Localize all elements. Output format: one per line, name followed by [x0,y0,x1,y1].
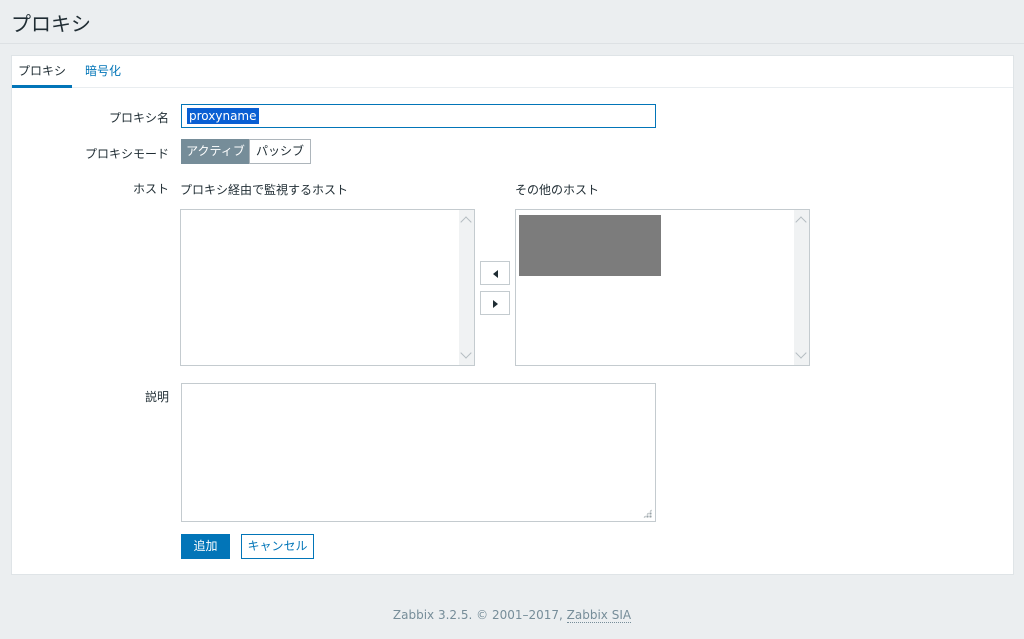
monitored-hosts-listbox[interactable] [180,209,475,366]
tab-encryption[interactable]: 暗号化 [78,56,128,88]
chevron-down-icon[interactable] [795,347,807,359]
chevron-down-icon[interactable] [460,347,472,359]
move-right-button[interactable] [480,291,510,315]
chevron-up-icon[interactable] [795,216,807,228]
monitored-hosts-scrollbar[interactable] [459,210,474,365]
resize-grip-icon[interactable] [643,509,652,518]
mode-active-button[interactable]: アクティブ [181,139,250,164]
description-textarea[interactable] [181,383,656,522]
footer-text: Zabbix 3.2.5. © 2001–2017, [392,608,567,622]
move-left-button[interactable] [480,261,510,285]
mode-passive-button[interactable]: パッシブ [249,139,311,164]
page-title: プロキシ [11,12,91,36]
proxy-name-selected-text: proxyname [187,108,259,124]
redacted-host-list [519,215,661,276]
proxy-mode-label: プロキシモード [84,147,169,161]
proxy-form-card: プロキシ 暗号化 プロキシ名 proxyname プロキシモード アクティブ パ… [11,55,1014,575]
arrow-right-icon [493,300,498,308]
arrow-left-icon [493,270,498,278]
add-button[interactable]: 追加 [181,534,230,559]
other-hosts-scrollbar[interactable] [794,210,809,365]
proxy-name-label: プロキシ名 [108,111,169,125]
monitored-hosts-label: プロキシ経由で監視するホスト [180,183,349,197]
page-header: プロキシ [0,0,1024,44]
footer-link[interactable]: Zabbix SIA [566,608,632,623]
other-hosts-label: その他のホスト [515,183,600,197]
other-hosts-listbox[interactable] [515,209,810,366]
tab-proxy[interactable]: プロキシ [12,56,72,88]
tab-bar: プロキシ 暗号化 [12,56,1013,88]
hosts-label: ホスト [132,182,169,196]
chevron-up-icon[interactable] [460,216,472,228]
cancel-button[interactable]: キャンセル [241,534,314,559]
description-label: 説明 [144,390,169,404]
footer: Zabbix 3.2.5. © 2001–2017, Zabbix SIA [0,608,1024,623]
